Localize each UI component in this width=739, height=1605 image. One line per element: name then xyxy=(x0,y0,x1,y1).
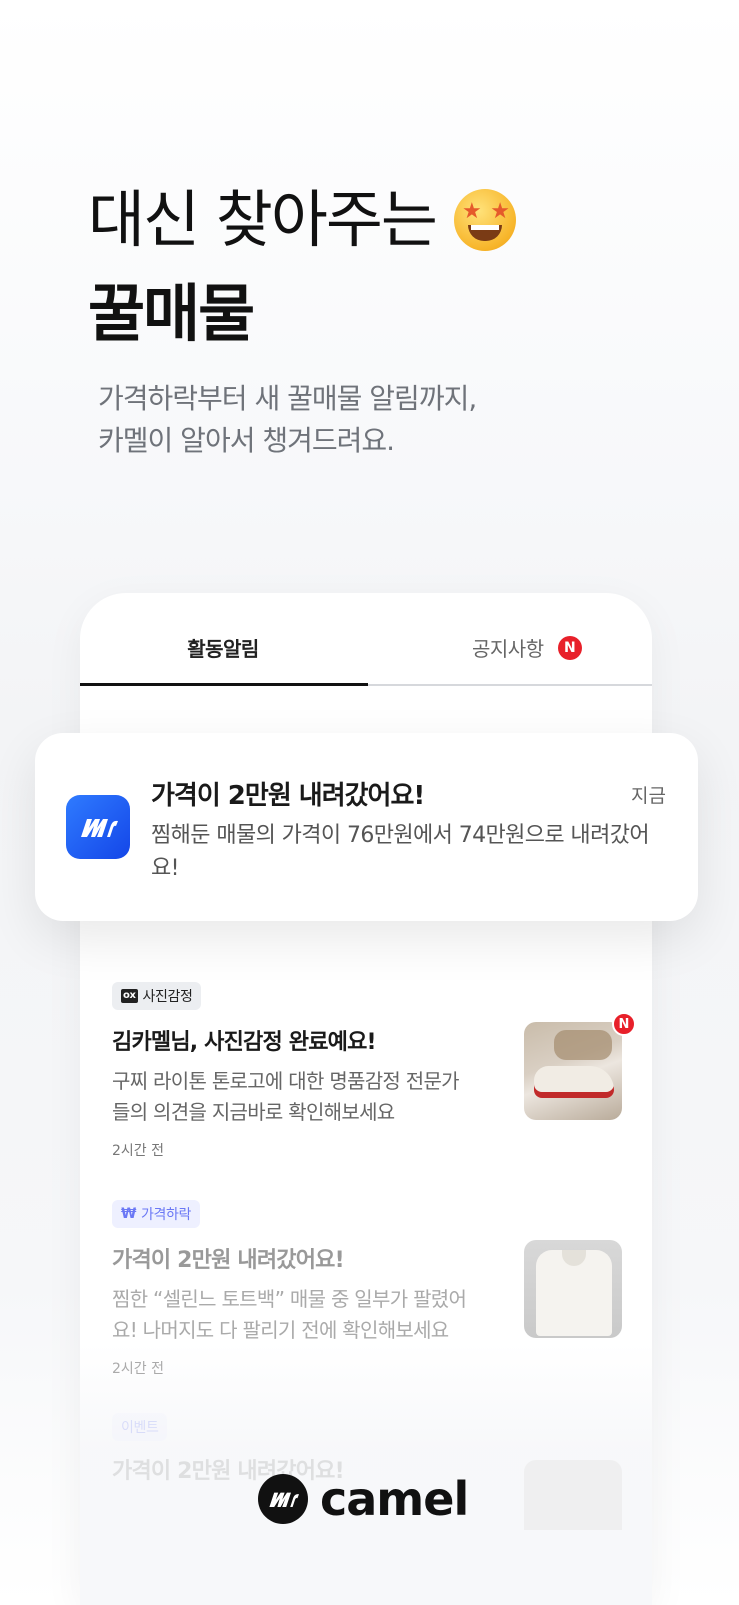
list-item[interactable]: ox 사진감정 김카멜님, 사진감정 완료예요! 구찌 라이톤 톤로고에 대한 … xyxy=(112,982,636,1160)
notification-body-line2: 요! 나머지도 다 팔리기 전에 확인해보세요 xyxy=(112,1318,449,1342)
hero-title-text: 대신 찾아주는 xyxy=(88,183,438,256)
new-badge: N xyxy=(612,1012,636,1036)
category-tag-label: 가격하락 xyxy=(141,1207,191,1223)
push-time: 지금 xyxy=(631,785,666,807)
notification-body: 구찌 라이톤 톤로고에 대한 명품감정 전문가 들의 의견을 지금바로 확인해보… xyxy=(112,1066,482,1128)
category-tag: ₩ 가격하락 xyxy=(112,1200,200,1228)
tab-notices-label: 공지사항 xyxy=(472,637,544,661)
category-tag: 이벤트 xyxy=(112,1413,168,1441)
camel-app-icon xyxy=(66,795,130,859)
star-struck-emoji-icon: ★ ★ xyxy=(453,189,516,251)
sneaker-thumbnail[interactable] xyxy=(524,1022,622,1120)
notification-time: 2시간 전 xyxy=(112,1361,164,1377)
product-thumbnail[interactable] xyxy=(524,1460,622,1530)
notification-body-line1: 구찌 라이톤 톤로고에 대한 명품감정 전문가 xyxy=(112,1069,460,1093)
hero-subtitle: 가격하락부터 새 꿀매물 알림까지, 카멜이 알아서 챙겨드려요. xyxy=(98,378,658,462)
ox-icon: ox xyxy=(121,989,138,1003)
push-title: 가격이 2만원 내려갔어요! xyxy=(151,781,425,811)
notification-time: 2시간 전 xyxy=(112,1143,164,1159)
push-body: 찜해둔 매물의 가격이 76만원에서 74만원으로 내려갔어요! xyxy=(151,823,650,881)
tab-activity-notifications[interactable]: 활동알림 xyxy=(80,633,366,662)
notification-body: 찜한 “셀린느 토트백” 매물 중 일부가 팔렸어 요! 나머지도 다 팔리기 … xyxy=(112,1284,482,1346)
hero-title-line1: 대신 찾아주는 ★ ★ xyxy=(88,180,708,260)
push-notification-card[interactable]: 가격이 2만원 내려갔어요! 지금 찜해둔 매물의 가격이 76만원에서 74만… xyxy=(35,733,698,921)
hero-section: 대신 찾아주는 ★ ★ 꿀매물 xyxy=(88,180,708,354)
hero-subtitle-line1: 가격하락부터 새 꿀매물 알림까지, xyxy=(98,382,477,415)
list-item[interactable]: ₩ 가격하락 가격이 2만원 내려갔어요! 찜한 “셀린느 토트백” 매물 중 … xyxy=(112,1200,622,1378)
hero-subtitle-line2: 카멜이 알아서 챙겨드려요. xyxy=(98,424,395,457)
camel-logo: camel xyxy=(258,1472,469,1526)
tab-notices[interactable]: 공지사항 N xyxy=(472,633,582,662)
notification-tabs: 활동알림 공지사항 N xyxy=(80,593,652,686)
notification-body-line2: 들의 의견을 지금바로 확인해보세요 xyxy=(112,1100,395,1124)
category-tag-label: 이벤트 xyxy=(121,1420,159,1436)
camel-logo-mark-icon xyxy=(258,1474,308,1524)
category-tag-label: 사진감정 xyxy=(142,989,193,1005)
camel-wordmark: camel xyxy=(320,1472,469,1526)
won-icon: ₩ xyxy=(121,1206,137,1222)
hero-title-line2: 꿀매물 xyxy=(88,277,255,350)
notification-body-line1: 찜한 “셀린느 토트백” 매물 중 일부가 팔렸어 xyxy=(112,1287,467,1311)
category-tag: ox 사진감정 xyxy=(112,982,202,1010)
active-tab-indicator xyxy=(80,683,368,686)
jacket-thumbnail[interactable] xyxy=(524,1240,622,1338)
new-badge: N xyxy=(557,635,582,660)
